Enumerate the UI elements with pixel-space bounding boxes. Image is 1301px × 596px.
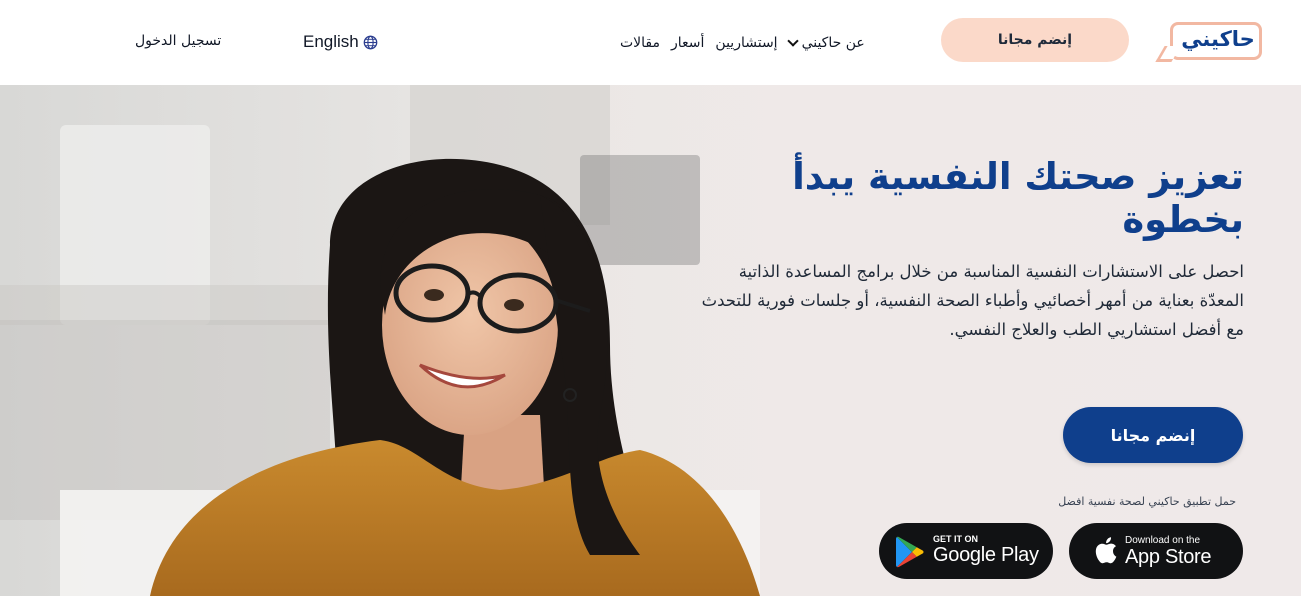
globe-icon xyxy=(363,35,378,49)
logo-text: حاكيني xyxy=(1181,27,1255,51)
google-play-small-text: GET IT ON xyxy=(933,534,978,544)
join-free-header-button[interactable]: إنضم مجانا xyxy=(941,18,1129,62)
language-switcher[interactable]: English xyxy=(303,31,378,53)
app-store-small-text: Download on the xyxy=(1125,535,1201,546)
download-app-note: حمل تطبيق حاكيني لصحة نفسية افضل xyxy=(1058,495,1236,508)
login-link[interactable]: تسجيل الدخول xyxy=(135,33,221,49)
chevron-down-icon xyxy=(786,34,799,47)
top-header: حاكيني إنضم مجانا مقالات أسعار إستشاريين… xyxy=(0,0,1301,85)
site-logo[interactable]: حاكيني xyxy=(1155,18,1266,64)
app-store-big-text: App Store xyxy=(1125,546,1212,568)
nav-about-dropdown[interactable]: عن حاكيني xyxy=(786,34,865,51)
google-play-icon xyxy=(896,536,924,568)
nav-consultants[interactable]: إستشاريين xyxy=(715,35,777,51)
app-store-badge[interactable]: Download on the App Store xyxy=(1069,523,1243,579)
google-play-badge[interactable]: GET IT ON Google Play xyxy=(879,523,1053,579)
google-play-big-text: Google Play xyxy=(933,544,1039,566)
main-nav: مقالات أسعار إستشاريين عن حاكيني xyxy=(620,32,910,54)
hero-section: تعزيز صحتك النفسية يبدأ بخطوة احصل على ا… xyxy=(0,85,1301,596)
nav-about-label: عن حاكيني xyxy=(801,35,865,51)
hero-description: احصل على الاستشارات النفسية المناسبة من … xyxy=(701,262,1244,339)
nav-articles[interactable]: مقالات xyxy=(620,35,660,51)
apple-icon xyxy=(1095,537,1117,564)
nav-prices[interactable]: أسعار xyxy=(671,35,704,51)
language-label: English xyxy=(303,32,359,51)
hero-woman-image xyxy=(0,85,760,596)
join-free-hero-button[interactable]: إنضم مجانا xyxy=(1063,407,1243,463)
hero-title: تعزيز صحتك النفسية يبدأ بخطوة xyxy=(792,155,1244,241)
